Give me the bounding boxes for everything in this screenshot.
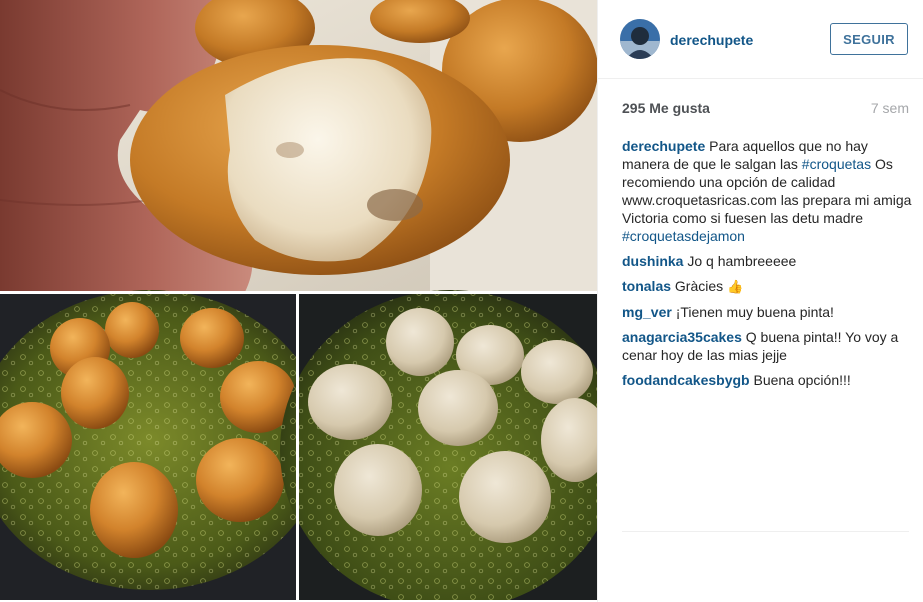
- hashtag-croquetas[interactable]: #croquetas: [802, 156, 871, 172]
- user-avatar[interactable]: [620, 19, 660, 59]
- instagram-post: derechupete SEGUIR 295 Me gusta 7 sem de…: [0, 0, 923, 602]
- post-timestamp[interactable]: 7 sem: [871, 100, 909, 116]
- comment-text: ¡Tienen muy buena pinta!: [675, 304, 834, 320]
- comment-username[interactable]: tonalas: [622, 278, 671, 294]
- croquetas-collage-image: [0, 0, 597, 600]
- thumbs-up-icon: 👍: [727, 279, 744, 294]
- comment-item: tonalas Gràcies 👍: [622, 277, 912, 296]
- comment-username[interactable]: foodandcakesbygb: [622, 372, 750, 388]
- avatar-image: [620, 19, 660, 59]
- post-side-panel: derechupete SEGUIR 295 Me gusta 7 sem de…: [597, 0, 923, 602]
- comment-item: anagarcia35cakes Q buena pinta!! Yo voy …: [622, 328, 912, 364]
- hashtag-croquetasdejamon[interactable]: #croquetasdejamon: [622, 228, 745, 244]
- comment-item: foodandcakesbygb Buena opción!!!: [622, 371, 912, 389]
- post-stats: 295 Me gusta 7 sem: [622, 100, 909, 116]
- comment-username[interactable]: mg_ver: [622, 304, 672, 320]
- comments-list: derechupete Para aquellos que no hay man…: [622, 137, 912, 396]
- caption-username[interactable]: derechupete: [622, 138, 705, 154]
- post-header: derechupete SEGUIR: [598, 0, 923, 79]
- comment-text: Jo q hambreeeee: [687, 253, 797, 269]
- comment-username[interactable]: dushinka: [622, 253, 683, 269]
- comment-text: Gràcies: [674, 278, 724, 294]
- caption: derechupete Para aquellos que no hay man…: [622, 137, 912, 245]
- comment-item: dushinka Jo q hambreeeee: [622, 252, 912, 270]
- comment-item: mg_ver ¡Tienen muy buena pinta!: [622, 303, 912, 321]
- comment-username[interactable]: anagarcia35cakes: [622, 329, 742, 345]
- post-photo[interactable]: [0, 0, 597, 600]
- follow-button[interactable]: SEGUIR: [830, 23, 908, 55]
- post-username[interactable]: derechupete: [670, 32, 753, 48]
- divider: [622, 531, 909, 532]
- likes-count[interactable]: 295 Me gusta: [622, 100, 710, 116]
- comment-text: Buena opción!!!: [753, 372, 851, 388]
